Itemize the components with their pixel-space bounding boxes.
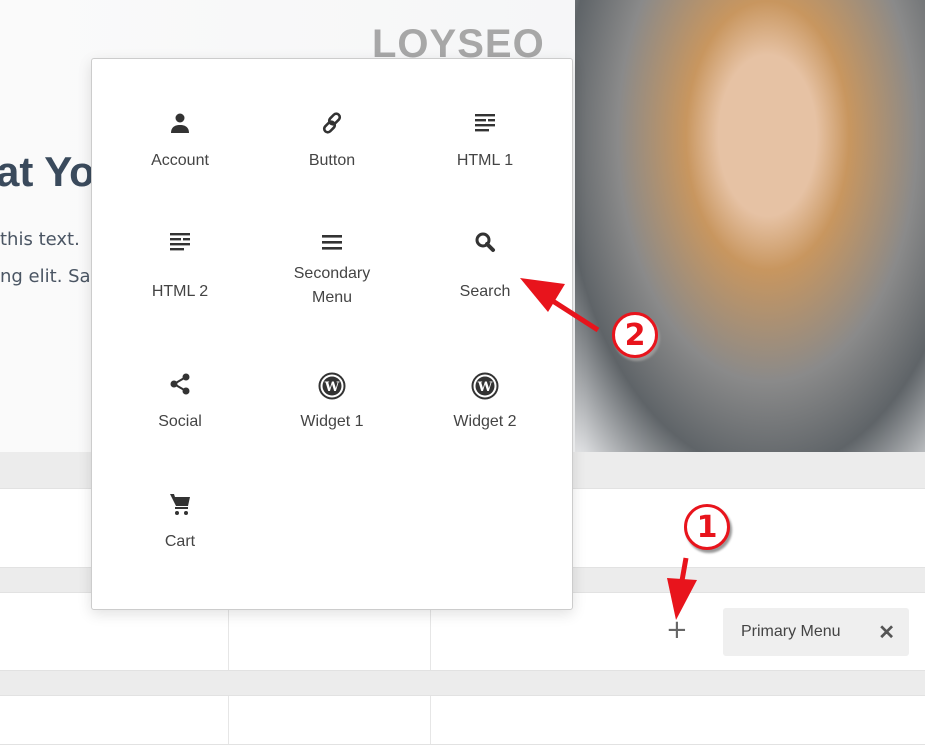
element-widget-2[interactable]: W Widget 2	[409, 372, 561, 434]
element-html-2[interactable]: HTML 2	[104, 230, 256, 304]
svg-text:W: W	[477, 380, 493, 395]
hero-text-line: this text.	[0, 229, 80, 250]
menu-icon	[322, 235, 342, 250]
close-icon[interactable]: ✕	[878, 620, 895, 645]
element-html-1[interactable]: HTML 1	[409, 111, 561, 173]
share-icon	[170, 373, 190, 395]
html-icon	[475, 114, 495, 132]
column-divider	[228, 696, 229, 744]
element-secondary-menu[interactable]: Secondary Menu	[256, 230, 408, 310]
primary-menu-element[interactable]: Primary Menu ✕	[723, 608, 909, 656]
wordpress-icon: W	[318, 372, 346, 400]
wordpress-icon: W	[471, 372, 499, 400]
element-account[interactable]: Account	[104, 111, 256, 173]
hero-text-line: ng elit. Sa	[0, 266, 91, 287]
element-social[interactable]: Social	[104, 372, 256, 434]
step-2-badge: 2	[612, 312, 658, 358]
hero-title: at Yo	[0, 148, 95, 195]
hero-photo	[575, 0, 925, 452]
cart-icon	[170, 494, 190, 515]
element-button[interactable]: Button	[256, 111, 408, 173]
chip-label: Primary Menu	[741, 623, 841, 640]
add-element-button[interactable]: +	[666, 615, 688, 645]
html-icon	[170, 233, 190, 251]
element-search[interactable]: Search	[409, 230, 561, 304]
column-divider	[430, 696, 431, 744]
user-icon	[171, 113, 189, 133]
element-cart[interactable]: Cart	[104, 492, 256, 554]
link-icon	[322, 112, 342, 134]
step-1-badge: 1	[684, 504, 730, 550]
search-icon	[475, 232, 495, 252]
svg-text:W: W	[324, 380, 340, 395]
builder-row-bottom	[0, 695, 925, 745]
add-element-popup: Account Button HTML 1 HTML 2 Secondary M…	[91, 58, 573, 610]
element-widget-1[interactable]: W Widget 1	[256, 372, 408, 434]
